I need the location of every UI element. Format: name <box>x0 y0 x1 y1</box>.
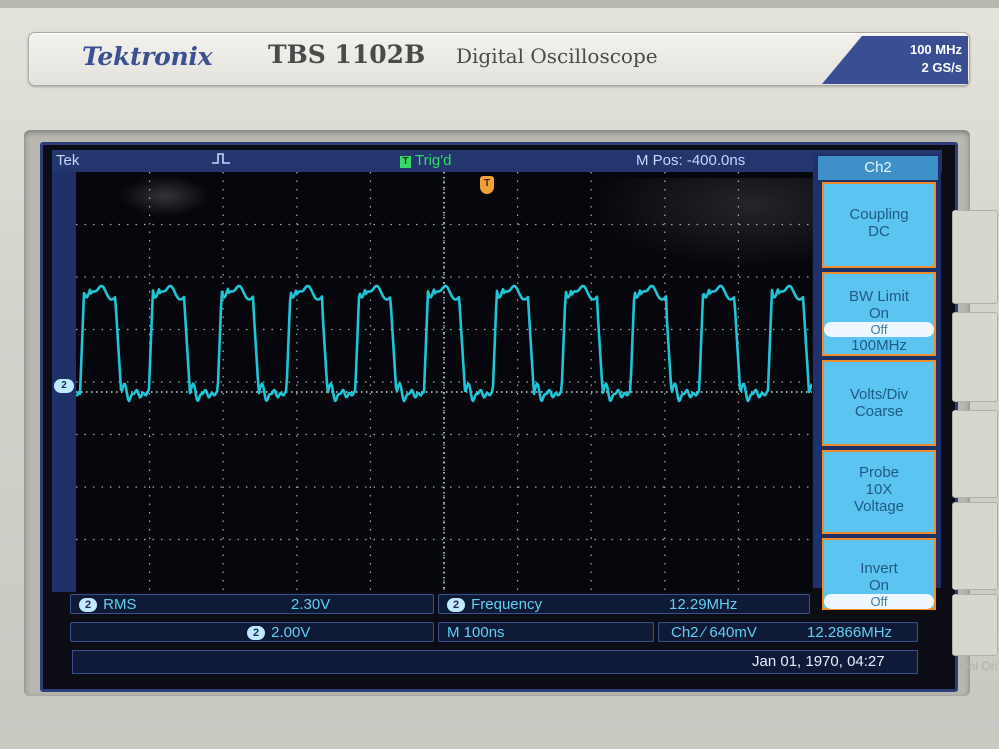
brand-logo: Tektronix <box>82 42 213 71</box>
tek-label: Tek <box>56 152 80 169</box>
date-time: Jan 01, 1970, 04:27 <box>752 653 885 670</box>
invert-toggle: On Off <box>824 577 934 609</box>
volts-div-value: Coarse <box>854 403 904 420</box>
trigger-box-icon: T <box>400 156 411 168</box>
probe-attenuation: 10X <box>865 481 893 498</box>
frequency-value: 12.29MHz <box>669 596 738 613</box>
invert-menu-button[interactable]: Invert On Off <box>822 538 936 610</box>
trigger-status-text: Trig'd <box>415 152 452 169</box>
channel-scale-readout: 2 2.00V <box>70 622 434 642</box>
probe-type: Voltage <box>853 498 905 515</box>
side-label-text: Dhl Ori <box>960 659 998 673</box>
coupling-label: Coupling <box>849 206 909 223</box>
volts-div-menu-button[interactable]: Volts/Div Coarse <box>822 360 936 446</box>
option-button-3[interactable] <box>952 410 998 498</box>
status-header-bar <box>52 150 942 172</box>
probe-label: Probe <box>858 464 900 481</box>
bw-limit-value: 100MHz <box>851 337 907 354</box>
bw-limit-menu-button[interactable]: BW Limit On Off 100MHz <box>822 272 936 356</box>
bw-limit-toggle: On Off <box>824 305 934 337</box>
model-name: TBS 1102B <box>268 40 426 69</box>
option-button-1[interactable] <box>952 210 998 304</box>
bandwidth-label: 100 MHz <box>909 42 962 57</box>
rms-channel-badge: 2 <box>79 598 98 612</box>
trigger-position-marker: T <box>480 176 494 194</box>
volts-div-label: Volts/Div <box>849 386 909 403</box>
waveform-display <box>76 172 812 592</box>
trigger-status: T Trig'd <box>400 152 451 170</box>
ch2-scale: 2 2.00V <box>247 623 310 643</box>
sample-rate-label: 2 GS/s <box>921 60 962 75</box>
trigger-frequency: 12.2866MHz <box>807 624 893 641</box>
measurement-frequency: 2 Frequency 12.29MHz <box>438 594 810 614</box>
trigger-readout: Ch2 ∕ 640mV 12.2866MHz <box>658 622 918 642</box>
top-edge <box>0 0 999 8</box>
rms-value: 2.30V <box>291 596 331 613</box>
frequency-label: Frequency <box>471 596 542 613</box>
menu-title: Ch2 <box>818 156 938 180</box>
rms-label: RMS <box>103 596 137 613</box>
option-button-4[interactable] <box>952 502 998 590</box>
coupling-value: DC <box>868 223 890 240</box>
option-button-2[interactable] <box>952 312 998 402</box>
frequency-channel-badge: 2 <box>447 598 466 612</box>
invert-on: On <box>868 577 889 594</box>
invert-off-pill: Off <box>824 594 934 609</box>
invert-label: Invert <box>860 560 898 577</box>
graticule-svg <box>76 172 812 592</box>
ch2-ground-marker: 2 <box>54 379 74 393</box>
coupling-menu-button[interactable]: Coupling DC <box>822 182 936 268</box>
timebase-readout: M 100ns <box>438 622 654 642</box>
probe-menu-button[interactable]: Probe 10X Voltage <box>822 450 936 534</box>
bw-limit-label: BW Limit <box>849 288 909 305</box>
option-button-5[interactable] <box>952 594 998 656</box>
m-pos-readout: M Pos: -400.0ns <box>636 152 746 169</box>
scale-channel-badge: 2 <box>247 626 266 640</box>
bw-limit-on: On <box>868 305 889 322</box>
product-name: Digital Oscilloscope <box>456 44 658 68</box>
ch2-volts-div: 2.00V <box>271 624 311 641</box>
trigger-level: Ch2 ∕ 640mV <box>671 624 757 641</box>
acquisition-icon <box>210 150 232 171</box>
bw-limit-off-pill: Off <box>824 322 934 337</box>
measurement-rms: 2 RMS 2.30V <box>70 594 434 614</box>
